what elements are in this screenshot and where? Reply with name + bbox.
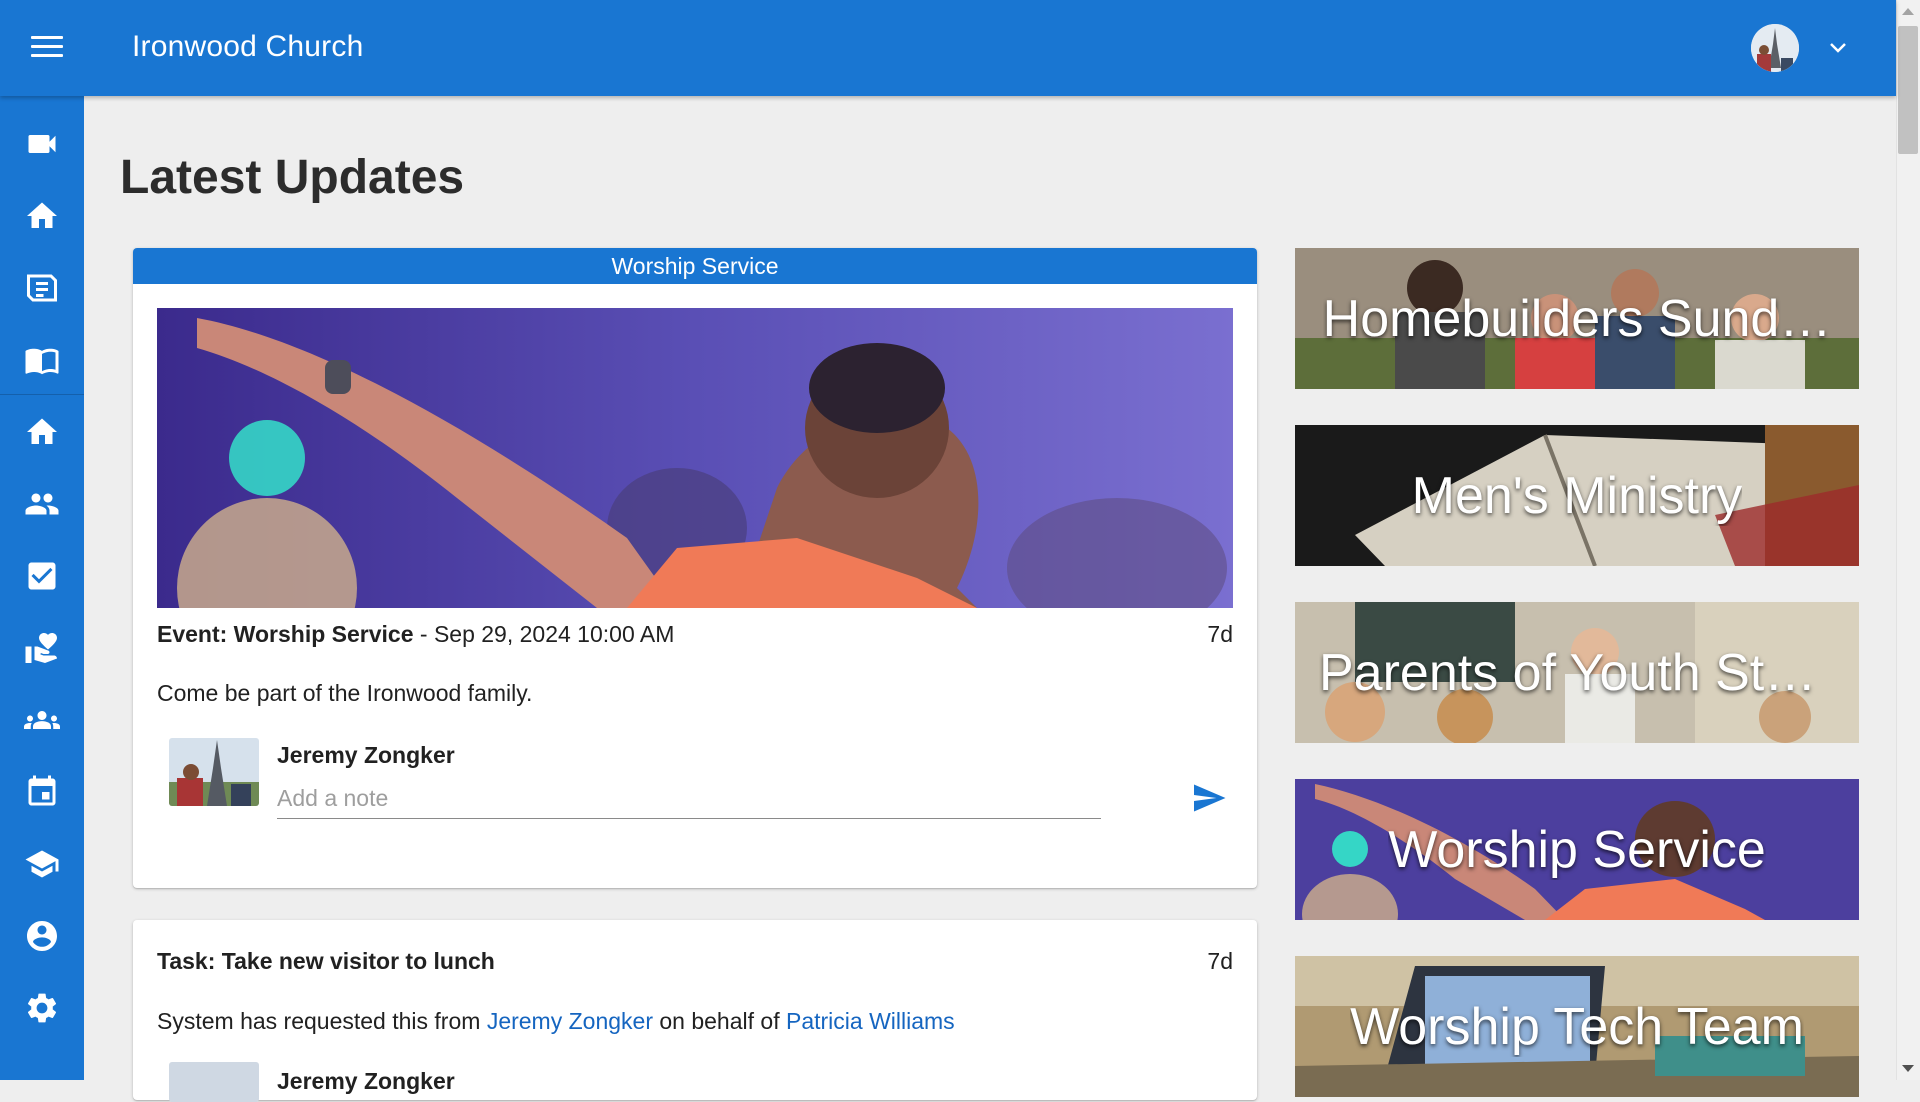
scroll-up-icon[interactable] — [1902, 8, 1914, 15]
task-title: Task: Take new visitor to lunch — [157, 948, 495, 974]
home-icon[interactable] — [24, 198, 60, 234]
app-title: Ironwood Church — [132, 30, 364, 63]
event-card: Worship Service Event: Worship Service -… — [133, 248, 1257, 888]
event-time-ago: 7d — [1207, 621, 1233, 647]
event-card-header[interactable]: Worship Service — [133, 248, 1257, 284]
settings-icon[interactable] — [24, 990, 60, 1026]
task-note-author-name: Jeremy Zongker — [277, 1068, 455, 1094]
groups-icon[interactable] — [24, 702, 60, 738]
calendar-icon[interactable] — [24, 774, 60, 810]
group-tile-worship-service[interactable]: Worship Service — [1295, 779, 1859, 920]
school-icon[interactable] — [24, 846, 60, 882]
chevron-down-icon[interactable] — [1826, 38, 1850, 58]
group-tile-label: Men's Ministry — [1411, 466, 1743, 525]
page-title: Latest Updates — [120, 151, 465, 204]
event-description: Come be part of the Ironwood family. — [157, 680, 533, 706]
checkbox-icon[interactable] — [24, 558, 60, 594]
group-tile-label: Parents of Youth Stu… — [1319, 643, 1835, 702]
people-icon[interactable] — [24, 486, 60, 522]
task-time-ago: 7d — [1207, 948, 1233, 974]
group-tile-label: Worship Service — [1388, 820, 1766, 879]
user-avatar[interactable] — [1751, 24, 1799, 72]
scroll-down-icon[interactable] — [1902, 1065, 1914, 1072]
requested-from-link[interactable]: Jeremy Zongker — [487, 1008, 653, 1034]
task-description: System has requested this from Jeremy Zo… — [157, 1008, 955, 1035]
on-behalf-of-link[interactable]: Patricia Williams — [786, 1008, 955, 1034]
home-icon[interactable] — [24, 414, 60, 450]
group-tile-parents-of-youth[interactable]: Parents of Youth Stu… — [1295, 602, 1859, 743]
group-tile-worship-tech-team[interactable]: Worship Tech Team — [1295, 956, 1859, 1097]
note-author-avatar — [169, 738, 259, 806]
volunteer-icon[interactable] — [24, 630, 60, 666]
menu-icon[interactable] — [31, 36, 63, 60]
event-date: - Sep 29, 2024 10:00 AM — [413, 621, 675, 647]
event-hero-image — [157, 308, 1233, 608]
send-icon[interactable] — [1191, 780, 1227, 816]
group-tile-homebuilders[interactable]: Homebuilders Sund… — [1295, 248, 1859, 389]
task-body-middle: on behalf of — [652, 1008, 786, 1034]
sermon-icon[interactable] — [24, 270, 60, 306]
event-summary: Event: Worship Service - Sep 29, 2024 10… — [157, 621, 674, 648]
task-body-prefix: System has requested this from — [157, 1008, 487, 1034]
top-app-bar: Ironwood Church — [0, 0, 1896, 96]
scrollbar-thumb[interactable] — [1898, 26, 1918, 154]
group-tile-label: Homebuilders Sund… — [1322, 289, 1832, 348]
task-note-author-avatar — [169, 1062, 259, 1102]
group-tile-mens-ministry[interactable]: Men's Ministry — [1295, 425, 1859, 566]
task-card: Task: Take new visitor to lunch 7d Syste… — [133, 920, 1257, 1102]
group-tile-label: Worship Tech Team — [1350, 997, 1804, 1056]
scrollbar[interactable] — [1896, 0, 1920, 1080]
bible-icon[interactable] — [24, 342, 60, 378]
sidebar — [0, 96, 84, 1080]
event-label: Event: Worship Service — [157, 621, 414, 647]
account-icon[interactable] — [24, 918, 60, 954]
sidebar-divider — [0, 394, 84, 395]
video-camera-icon[interactable] — [24, 126, 60, 162]
note-author-name: Jeremy Zongker — [277, 742, 455, 768]
note-input[interactable] — [277, 778, 1101, 819]
